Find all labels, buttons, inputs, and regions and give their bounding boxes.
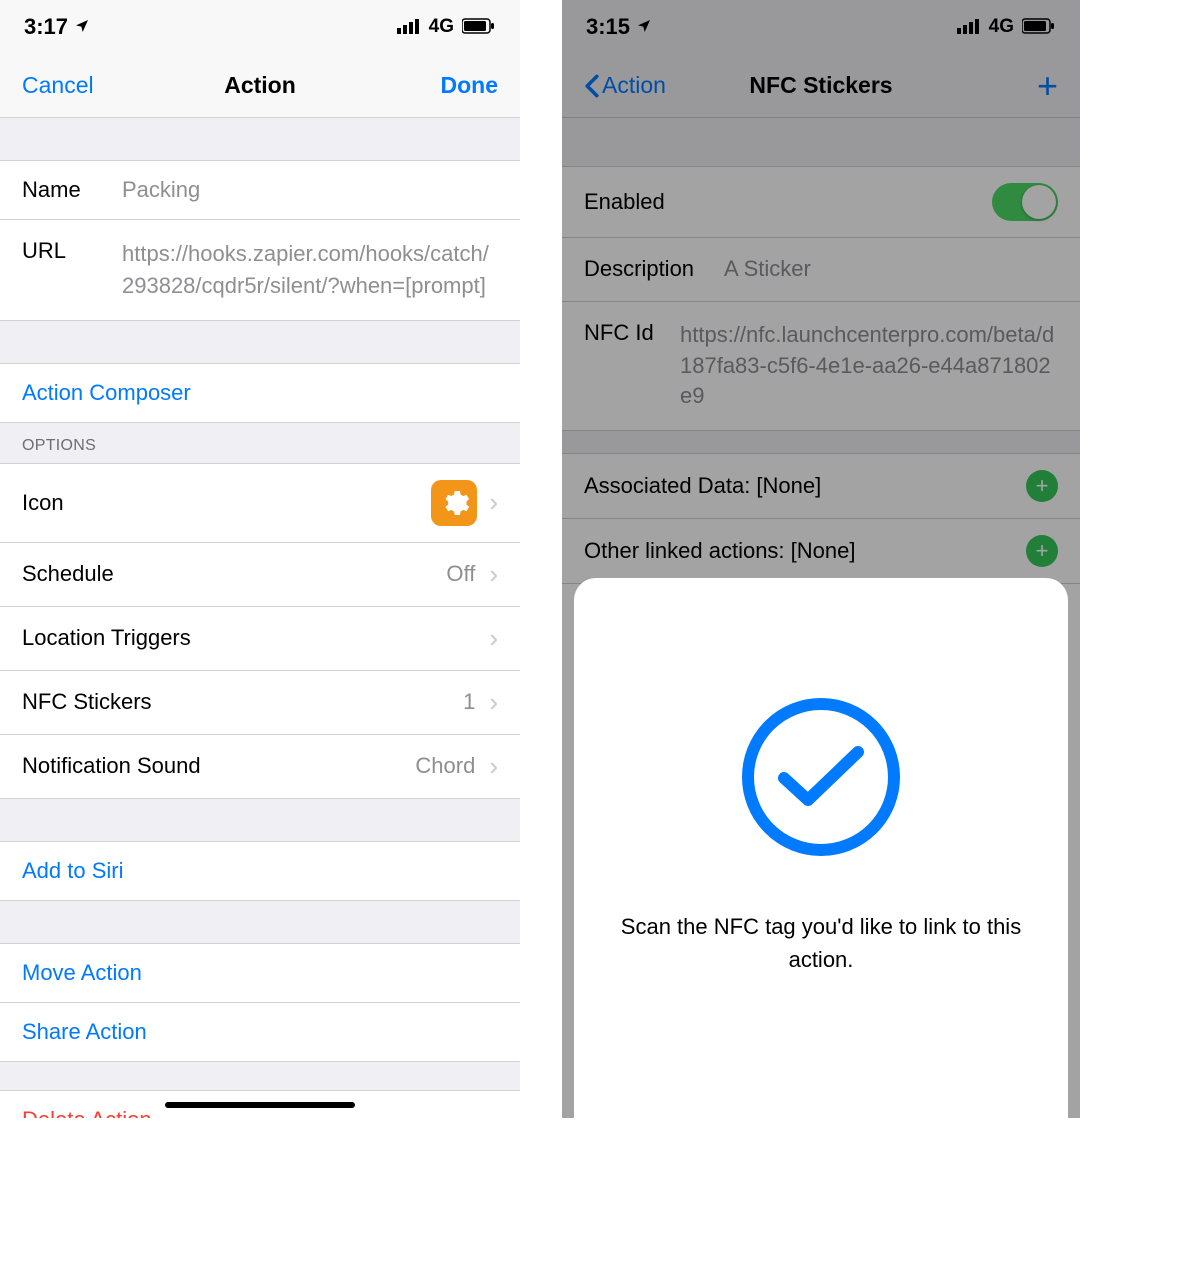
- chevron-right-icon: ›: [489, 623, 498, 654]
- location-triggers-row[interactable]: Location Triggers ›: [0, 607, 520, 671]
- nav-bar: Action NFC Stickers +: [562, 54, 1080, 118]
- status-time: 3:15: [586, 14, 630, 40]
- back-button[interactable]: Action: [584, 72, 666, 99]
- associated-data-row[interactable]: Associated Data: [None] +: [562, 453, 1080, 519]
- description-value[interactable]: A Sticker: [724, 254, 1058, 285]
- status-bar: 3:17 4G: [0, 0, 520, 54]
- signal-icon: [957, 14, 981, 40]
- location-arrow-icon: [74, 14, 90, 40]
- content: Name Packing URL https://hooks.zapier.co…: [0, 118, 520, 1118]
- enabled-toggle[interactable]: [992, 183, 1058, 221]
- right-phone-screen: 3:15 4G Action NFC Stickers + Enabled: [562, 0, 1080, 1118]
- options-section-header: OPTIONS: [0, 423, 520, 463]
- nav-bar: Cancel Action Done: [0, 54, 520, 118]
- location-triggers-label: Location Triggers: [22, 625, 191, 651]
- add-button[interactable]: +: [1037, 68, 1058, 104]
- notification-sound-label: Notification Sound: [22, 753, 201, 779]
- left-phone-screen: 3:17 4G Cancel Action Done Name Packing …: [0, 0, 520, 1118]
- signal-icon: [397, 14, 421, 40]
- schedule-label: Schedule: [22, 561, 114, 587]
- schedule-row[interactable]: Schedule Off ›: [0, 543, 520, 607]
- name-input[interactable]: Packing: [122, 177, 498, 203]
- enabled-row: Enabled: [562, 166, 1080, 238]
- name-label: Name: [22, 177, 122, 203]
- add-to-siri-label: Add to Siri: [22, 858, 124, 884]
- nfc-scan-sheet: Scan the NFC tag you'd like to link to t…: [574, 578, 1068, 1118]
- nav-title: Action: [132, 72, 388, 99]
- nfc-id-row: NFC Id https://nfc.launchcenterpro.com/b…: [562, 302, 1080, 431]
- schedule-value: Off: [446, 561, 475, 587]
- gear-icon: [431, 480, 477, 526]
- description-row[interactable]: Description A Sticker: [562, 238, 1080, 302]
- url-field-row[interactable]: URL https://hooks.zapier.com/hooks/catch…: [0, 220, 520, 321]
- back-label: Action: [602, 72, 666, 99]
- associated-data-label: Associated Data: [None]: [584, 473, 821, 499]
- status-bar: 3:15 4G: [562, 0, 1080, 54]
- location-arrow-icon: [636, 14, 652, 40]
- network-label: 4G: [429, 16, 454, 38]
- status-time: 3:17: [24, 14, 68, 40]
- delete-action-label: Delete Action: [22, 1107, 152, 1118]
- move-action-label: Move Action: [22, 960, 142, 986]
- chevron-right-icon: ›: [489, 751, 498, 782]
- chevron-right-icon: ›: [489, 687, 498, 718]
- icon-row[interactable]: Icon ›: [0, 463, 520, 543]
- nfc-id-value: https://nfc.launchcenterpro.com/beta/d18…: [680, 320, 1058, 412]
- icon-label: Icon: [22, 490, 64, 516]
- add-icon[interactable]: +: [1026, 470, 1058, 502]
- enabled-label: Enabled: [584, 189, 665, 215]
- move-action-button[interactable]: Move Action: [0, 943, 520, 1003]
- share-action-label: Share Action: [22, 1019, 147, 1045]
- nav-title: NFC Stickers: [694, 72, 948, 99]
- nfc-stickers-value: 1: [463, 689, 475, 715]
- url-input[interactable]: https://hooks.zapier.com/hooks/catch/293…: [122, 238, 498, 302]
- cancel-button[interactable]: Cancel: [22, 72, 94, 99]
- battery-icon: [462, 14, 496, 40]
- checkmark-circle-icon: [742, 698, 900, 856]
- nfc-id-label: NFC Id: [584, 320, 680, 346]
- chevron-left-icon: [584, 74, 600, 98]
- battery-icon: [1022, 14, 1056, 40]
- other-linked-actions-label: Other linked actions: [None]: [584, 538, 855, 564]
- sheet-instruction-text: Scan the NFC tag you'd like to link to t…: [614, 910, 1028, 976]
- share-action-button[interactable]: Share Action: [0, 1003, 520, 1062]
- action-composer-label: Action Composer: [22, 380, 191, 406]
- notification-sound-row[interactable]: Notification Sound Chord ›: [0, 735, 520, 799]
- nfc-stickers-row[interactable]: NFC Stickers 1 ›: [0, 671, 520, 735]
- home-indicator[interactable]: [165, 1102, 355, 1108]
- name-field-row[interactable]: Name Packing: [0, 160, 520, 220]
- add-to-siri-button[interactable]: Add to Siri: [0, 841, 520, 901]
- done-button[interactable]: Done: [441, 72, 499, 99]
- url-label: URL: [22, 238, 122, 264]
- description-label: Description: [584, 256, 724, 282]
- other-linked-actions-row[interactable]: Other linked actions: [None] +: [562, 519, 1080, 584]
- nfc-stickers-label: NFC Stickers: [22, 689, 152, 715]
- chevron-right-icon: ›: [489, 487, 498, 518]
- action-composer-button[interactable]: Action Composer: [0, 363, 520, 423]
- network-label: 4G: [989, 16, 1014, 38]
- notification-sound-value: Chord: [415, 753, 475, 779]
- chevron-right-icon: ›: [489, 559, 498, 590]
- add-icon[interactable]: +: [1026, 535, 1058, 567]
